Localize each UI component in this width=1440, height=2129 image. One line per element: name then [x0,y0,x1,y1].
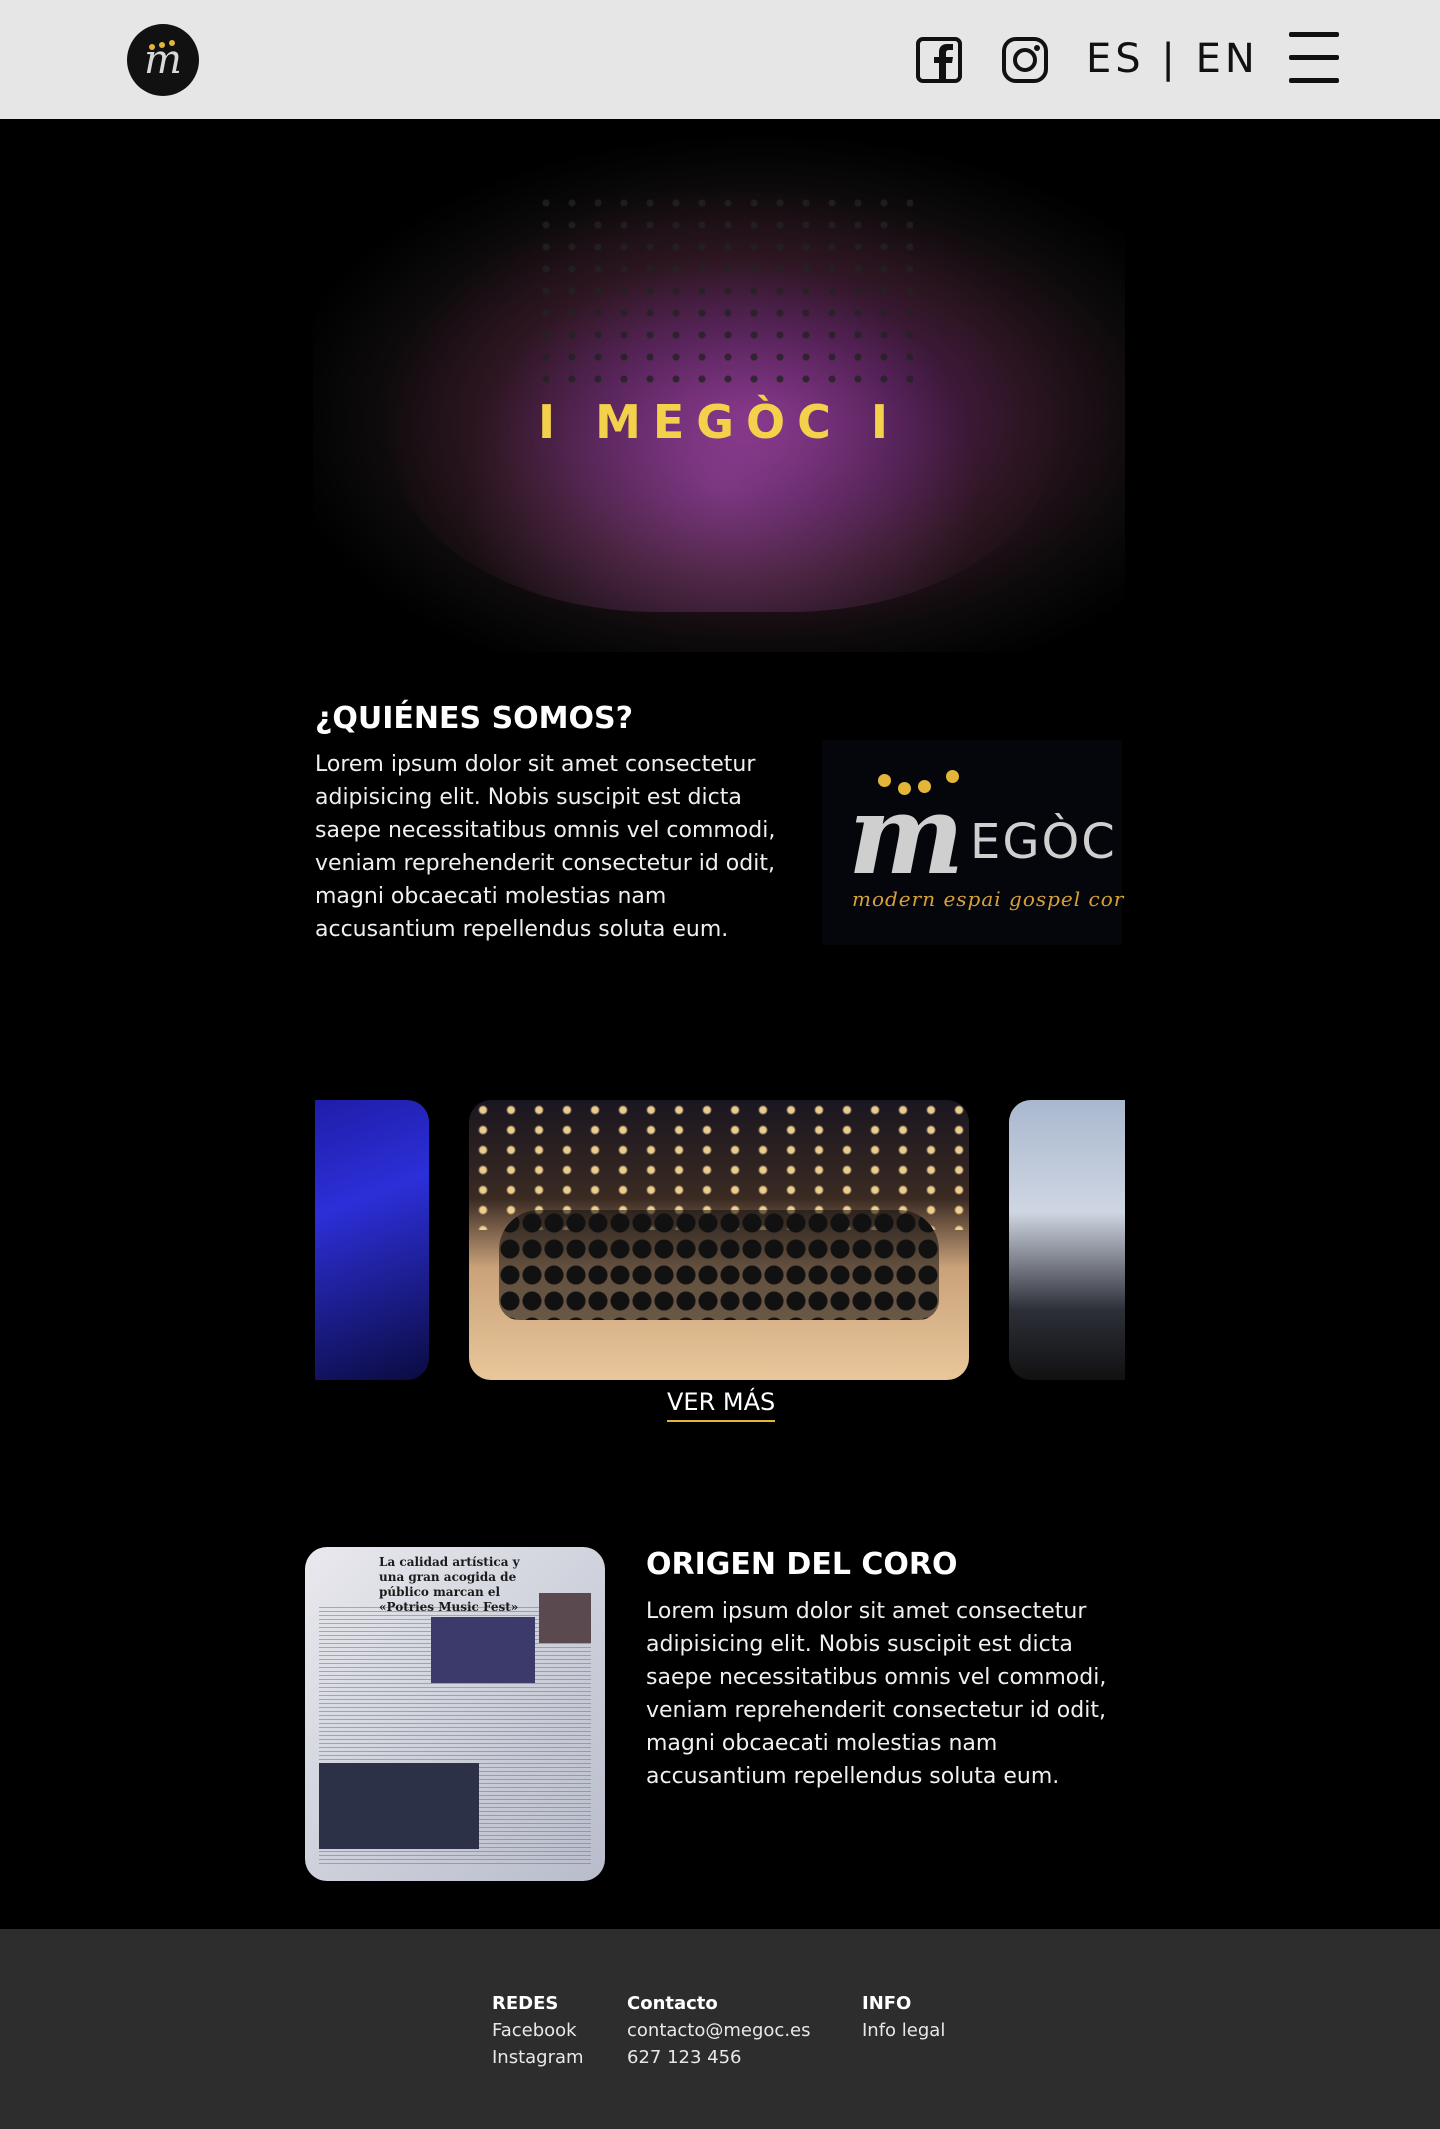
origin-title: ORIGEN DEL CORO [646,1547,958,1582]
news-headline: La calidad artística y una gran acogida … [379,1555,520,1614]
news-photo [539,1593,591,1643]
footer-link-facebook[interactable]: Facebook [492,2017,584,2044]
hero-image: I MEGÒC I [313,132,1125,652]
site-header: m ES | EN [0,0,1440,119]
news-photo [431,1617,535,1683]
language-switcher[interactable]: ES | EN [1086,34,1259,84]
hero-choir [533,192,913,392]
footer-contacto: Contacto contacto@megoc.es 627 123 456 [627,1990,811,2071]
footer-info: INFO Info legal [862,1990,945,2044]
instagram-icon[interactable] [1001,36,1049,84]
megoc-logo: m EGÒC modern espai gospel cor [822,740,1125,945]
footer-heading: Contacto [627,1993,718,2014]
carousel-slide-previous[interactable] [315,1100,429,1380]
see-more-link[interactable]: VER MÁS [667,1386,776,1422]
logo-letter: m [144,37,182,83]
facebook-icon[interactable] [915,36,963,84]
origin-text: Lorem ipsum dolor sit amet consectetur a… [646,1599,1107,1789]
site-logo[interactable]: m [127,24,199,96]
footer-link-instagram[interactable]: Instagram [492,2044,584,2071]
carousel-slide-current[interactable] [469,1100,969,1380]
footer-redes: REDES Facebook Instagram [492,1990,584,2071]
about-text: Lorem ipsum dolor sit amet consectetur a… [315,752,776,942]
footer-link-legal[interactable]: Info legal [862,2017,945,2044]
footer-phone[interactable]: 627 123 456 [627,2044,811,2071]
hero-title: I MEGÒC I [537,395,901,449]
about-title: ¿QUIÉNES SOMOS? [315,701,634,736]
footer-heading: INFO [862,1993,912,2014]
logo-big-letter: m [848,770,965,899]
logo-tagline: modern espai gospel cor [852,887,1125,911]
photo-carousel[interactable] [315,1100,1125,1380]
choir-group-photo [499,1210,939,1320]
news-photo [319,1763,479,1849]
site-footer: REDES Facebook Instagram Contacto contac… [0,1929,1440,2129]
logo-wordmark: EGÒC [970,814,1117,870]
carousel-slide-next[interactable] [1009,1100,1125,1380]
footer-heading: REDES [492,1993,559,2014]
newspaper-clipping: La calidad artística y una gran acogida … [305,1547,605,1881]
menu-button[interactable] [1289,32,1339,84]
menu-icon [1289,32,1339,37]
footer-email[interactable]: contacto@megoc.es [627,2017,811,2044]
